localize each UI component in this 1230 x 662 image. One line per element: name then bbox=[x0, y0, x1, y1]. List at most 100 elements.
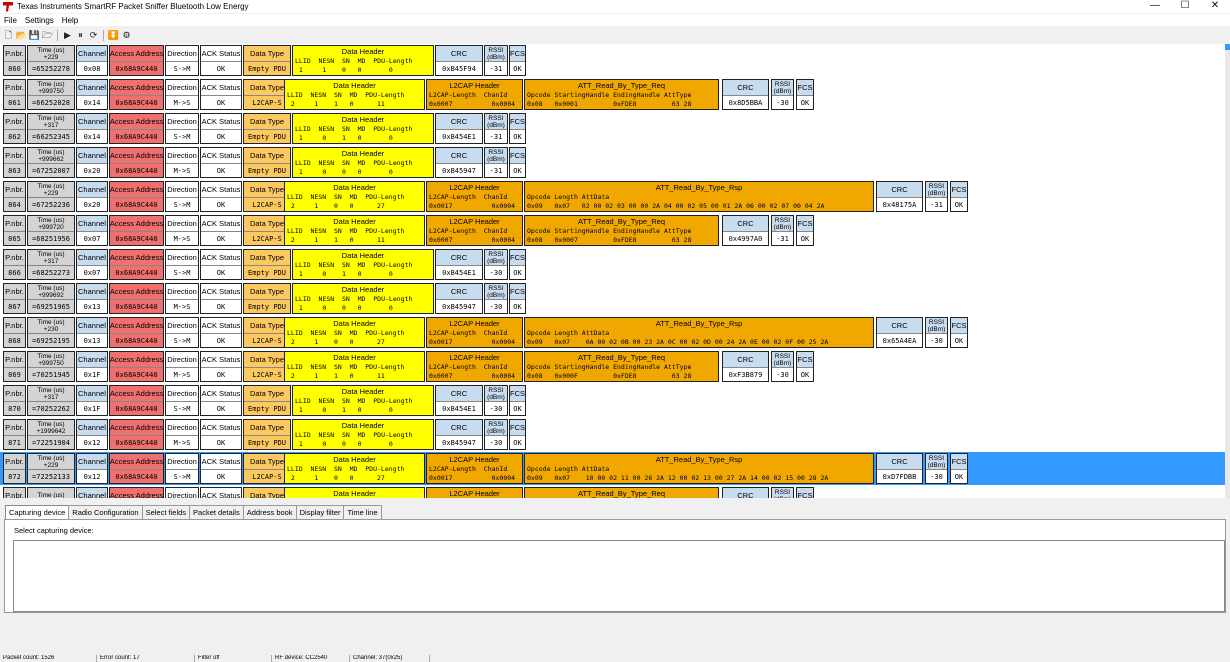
channel-cell[interactable]: Channel 0x14 bbox=[76, 79, 108, 110]
access-address-cell[interactable]: Access Address 0x68A9C440 bbox=[109, 317, 164, 348]
ack-status-cell[interactable]: ACK Status bbox=[200, 487, 242, 498]
time-cell[interactable]: Time (us) +229 =65252278 bbox=[27, 45, 75, 76]
channel-cell[interactable]: Channel 0x08 bbox=[76, 45, 108, 76]
fcs-cell[interactable]: FCS OK bbox=[509, 113, 526, 144]
packet-row[interactable]: P.nbr. 860 Time (us) +229 =65252278 Chann… bbox=[0, 44, 1226, 77]
l2cap-header-cell[interactable]: L2CAP Header L2CAP-Length ChanId 0x0017 … bbox=[426, 181, 523, 212]
crc-cell[interactable]: CRC 0xF3B879 bbox=[722, 351, 769, 382]
access-address-cell[interactable]: Access Address 0x68A9C440 bbox=[109, 351, 164, 382]
time-cell[interactable]: Time (us) +317 =68252273 bbox=[27, 249, 75, 280]
packet-number-cell[interactable]: P.nbr. 869 bbox=[3, 351, 26, 382]
rssi-cell[interactable]: RSSI (dBm) -30 bbox=[925, 453, 948, 484]
channel-cell[interactable]: Channel 0x20 bbox=[76, 147, 108, 178]
packet-number-cell[interactable]: P.nbr. 872 bbox=[3, 453, 26, 484]
channel-cell[interactable]: Channel 0x1F bbox=[76, 385, 108, 416]
ack-status-cell[interactable]: ACK Status OK bbox=[200, 351, 242, 382]
menu-help[interactable]: Help bbox=[58, 16, 82, 25]
direction-cell[interactable]: Direction M->S bbox=[165, 79, 199, 110]
fcs-cell[interactable]: FCS OK bbox=[509, 45, 526, 76]
device-list[interactable] bbox=[13, 540, 1225, 612]
packet-number-cell[interactable]: P.nbr. 871 bbox=[3, 419, 26, 450]
crc-cell[interactable]: CRC 0x4997A0 bbox=[722, 215, 769, 246]
direction-cell[interactable]: Direction M->S bbox=[165, 419, 199, 450]
ack-status-cell[interactable]: ACK Status OK bbox=[200, 45, 242, 76]
menu-settings[interactable]: Settings bbox=[21, 16, 58, 25]
crc-cell[interactable]: CRC 0xB454E1 bbox=[435, 385, 483, 416]
packet-row[interactable]: P.nbr. 872 Time (us) +229 =72252133 Chann… bbox=[0, 452, 1226, 485]
rssi-cell[interactable]: RSSI (dBm) -31 bbox=[771, 215, 794, 246]
fcs-cell[interactable]: FCS OK bbox=[509, 147, 526, 178]
data-header-cell[interactable]: Data Header LLID NESN SN MD PDU-Length 1… bbox=[292, 385, 434, 416]
channel-cell[interactable]: Channel 0x07 bbox=[76, 215, 108, 246]
access-address-cell[interactable]: Access Address 0x68A9C440 bbox=[109, 147, 164, 178]
fcs-cell[interactable]: FCS OK bbox=[950, 453, 968, 484]
l2cap-header-cell[interactable]: L2CAP Header L2CAP-Length ChanId bbox=[426, 487, 523, 498]
direction-cell[interactable]: Direction S->M bbox=[165, 181, 199, 212]
ack-status-cell[interactable]: ACK Status OK bbox=[200, 147, 242, 178]
tab-radio-configuration[interactable]: Radio Configuration bbox=[68, 505, 143, 520]
direction-cell[interactable]: Direction M->S bbox=[165, 147, 199, 178]
packet-row[interactable]: P.nbr. 869 Time (us) +999750 =70251945 Ch… bbox=[0, 350, 1226, 383]
packet-number-cell[interactable]: P.nbr. 864 bbox=[3, 181, 26, 212]
fcs-cell[interactable]: FCS OK bbox=[509, 283, 526, 314]
time-cell[interactable]: Time (us) +999720 =68251956 bbox=[27, 215, 75, 246]
scrollbar-thumb[interactable] bbox=[1225, 44, 1230, 50]
data-type-cell[interactable]: Data Type Empty PDU bbox=[243, 419, 291, 450]
play-icon[interactable]: ▶ bbox=[62, 30, 73, 41]
new-file-icon[interactable]: 🗋 bbox=[3, 30, 14, 41]
fcs-cell[interactable]: FCS OK bbox=[950, 181, 968, 212]
ack-status-cell[interactable]: ACK Status OK bbox=[200, 79, 242, 110]
rssi-cell[interactable]: RSSI (dBm) -30 bbox=[925, 317, 948, 348]
rssi-cell[interactable]: RSSI (dBm) -31 bbox=[925, 181, 948, 212]
packet-number-cell[interactable]: P.nbr. 860 bbox=[3, 45, 26, 76]
rssi-cell[interactable]: RSSI (dBm) -30 bbox=[484, 385, 508, 416]
direction-cell[interactable]: Direction M->S bbox=[165, 351, 199, 382]
packet-number-cell[interactable]: P.nbr. 866 bbox=[3, 249, 26, 280]
l2cap-header-cell[interactable]: L2CAP Header L2CAP-Length ChanId 0x0007 … bbox=[426, 215, 523, 246]
data-header-cell[interactable]: Data Header LLID NESN SN MD PDU-Length 2… bbox=[284, 351, 425, 382]
data-type-cell[interactable]: Data Type Empty PDU bbox=[243, 283, 291, 314]
packet-number-cell[interactable]: P.nbr. 870 bbox=[3, 385, 26, 416]
channel-cell[interactable]: Channel 0x20 bbox=[76, 181, 108, 212]
data-header-cell[interactable]: Data Header LLID NESN SN MD PDU-Length 1… bbox=[292, 283, 434, 314]
time-cell[interactable]: Time (us) +317 =70252262 bbox=[27, 385, 75, 416]
crc-cell[interactable]: CRC 0x65A4EA bbox=[876, 317, 923, 348]
direction-cell[interactable]: Direction S->M bbox=[165, 249, 199, 280]
crc-cell[interactable]: CRC 0xB454E1 bbox=[435, 249, 483, 280]
time-cell[interactable]: Time (us) +317 =66252345 bbox=[27, 113, 75, 144]
ack-status-cell[interactable]: ACK Status OK bbox=[200, 113, 242, 144]
access-address-cell[interactable]: Access Address 0x68A9C440 bbox=[109, 113, 164, 144]
ack-status-cell[interactable]: ACK Status OK bbox=[200, 283, 242, 314]
data-type-cell[interactable]: Data Type Empty PDU bbox=[243, 385, 291, 416]
fcs-cell[interactable]: FCS OK bbox=[509, 249, 526, 280]
channel-cell[interactable]: Channel 0x07 bbox=[76, 249, 108, 280]
direction-cell[interactable]: Direction M->S bbox=[165, 283, 199, 314]
tab-address-book[interactable]: Address book bbox=[242, 505, 297, 520]
l2cap-header-cell[interactable]: L2CAP Header L2CAP-Length ChanId 0x0007 … bbox=[426, 351, 523, 382]
channel-cell[interactable]: Channel 0x12 bbox=[76, 453, 108, 484]
channel-cell[interactable]: Channel 0x1F bbox=[76, 351, 108, 382]
time-cell[interactable]: Time (us) +229 =72252133 bbox=[27, 453, 75, 484]
maximize-button[interactable]: ☐ bbox=[1170, 0, 1200, 13]
fcs-cell[interactable]: FCS OK bbox=[509, 385, 526, 416]
direction-cell[interactable]: Direction S->M bbox=[165, 113, 199, 144]
packet-row[interactable]: P.nbr. 864 Time (us) +229 =67252236 Chann… bbox=[0, 180, 1226, 213]
access-address-cell[interactable]: Access Address 0x68A9C440 bbox=[109, 215, 164, 246]
data-header-cell[interactable]: Data Header LLID NESN SN MD PDU-Length 2… bbox=[284, 215, 425, 246]
tab-select-fields[interactable]: Select fields bbox=[141, 505, 191, 520]
packet-row[interactable]: P.nbr. 865 Time (us) +999720 =68251956 Ch… bbox=[0, 214, 1226, 247]
att-rsp-cell[interactable]: ATT_Read_By_Type_Rsp Opcode Length AttDa… bbox=[524, 453, 874, 484]
data-header-cell[interactable]: Data Header LLID NESN SN MD PDU-Length bbox=[284, 487, 425, 498]
channel-cell[interactable]: Channel bbox=[76, 487, 108, 498]
packet-row[interactable]: P.nbr. 861 Time (us) +999750 =66252028 Ch… bbox=[0, 78, 1226, 111]
crc-cell[interactable]: CRC bbox=[722, 487, 769, 498]
time-cell[interactable]: Time (us) +999662 =67252007 bbox=[27, 147, 75, 178]
att-req-cell[interactable]: ATT_Read_By_Type_Req Opcode StartingHand… bbox=[524, 487, 719, 498]
access-address-cell[interactable]: Access Address 0x68A9C440 bbox=[109, 249, 164, 280]
att-req-cell[interactable]: ATT_Read_By_Type_Req Opcode StartingHand… bbox=[524, 215, 719, 246]
ack-status-cell[interactable]: ACK Status OK bbox=[200, 453, 242, 484]
direction-cell[interactable]: Direction S->M bbox=[165, 453, 199, 484]
packet-number-cell[interactable]: P.nbr. 862 bbox=[3, 113, 26, 144]
channel-cell[interactable]: Channel 0x14 bbox=[76, 113, 108, 144]
ack-status-cell[interactable]: ACK Status OK bbox=[200, 317, 242, 348]
